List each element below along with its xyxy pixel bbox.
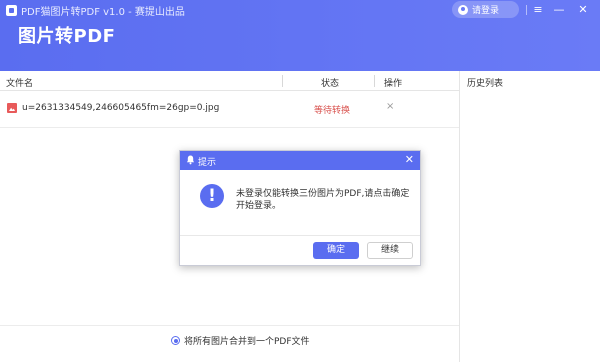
history-title: 历史列表 [467,79,504,89]
title-bar: PDF猫图片转PDF v1.0 - 赛提山出品 图片转PDF 请登录 ≡ — ✕ [0,0,600,71]
dialog-message: 未登录仅能转换三份图片为PDF,请点击确定开始登录。 [236,189,410,211]
divider [526,5,527,15]
dialog-header: 提示 ✕ [180,151,420,170]
menu-icon[interactable]: ≡ [530,3,546,17]
merge-option-label: 将所有图片合并到一个PDF文件 [184,337,310,347]
app-heading: 图片转PDF [18,26,116,47]
bell-icon [186,155,195,165]
continue-button[interactable]: 继续 [367,242,413,259]
exclamation-icon: ! [200,184,224,208]
dialog-title: 提示 [198,158,217,168]
status-badge: 等待转换 [314,106,351,116]
login-label: 请登录 [472,6,500,16]
close-window-icon[interactable]: ✕ [575,3,591,17]
image-file-icon [7,103,17,113]
login-button[interactable]: 请登录 [452,1,519,18]
column-divider [374,75,375,87]
table-header: 文件名 状态 操作 [0,71,459,91]
app-logo-icon [6,5,17,16]
user-icon [458,4,468,15]
dialog-footer: 确定 继续 [180,235,420,265]
column-divider [282,75,283,87]
file-name: u=2631334549,246605465fm=26gp=0.jpg [22,103,220,113]
options-bar: 将所有图片合并到一个PDF文件 [0,325,459,362]
header-status: 状态 [321,79,340,89]
window-title: PDF猫图片转PDF v1.0 - 赛提山出品 [21,7,185,18]
confirm-button[interactable]: 确定 [313,242,359,259]
merge-pdf-option[interactable]: 将所有图片合并到一个PDF文件 [171,334,310,347]
close-icon[interactable]: ✕ [405,153,414,166]
history-panel: 历史列表 [459,71,600,362]
minimize-icon[interactable]: — [551,3,567,17]
header-action: 操作 [384,79,403,89]
radio-selected-icon[interactable] [171,336,180,345]
header-file-name: 文件名 [6,79,34,89]
remove-file-icon[interactable]: × [386,101,394,112]
login-prompt-dialog: 提示 ✕ ! 未登录仅能转换三份图片为PDF,请点击确定开始登录。 确定 继续 [179,150,421,266]
table-row[interactable]: u=2631334549,246605465fm=26gp=0.jpg 等待转换… [0,91,459,128]
